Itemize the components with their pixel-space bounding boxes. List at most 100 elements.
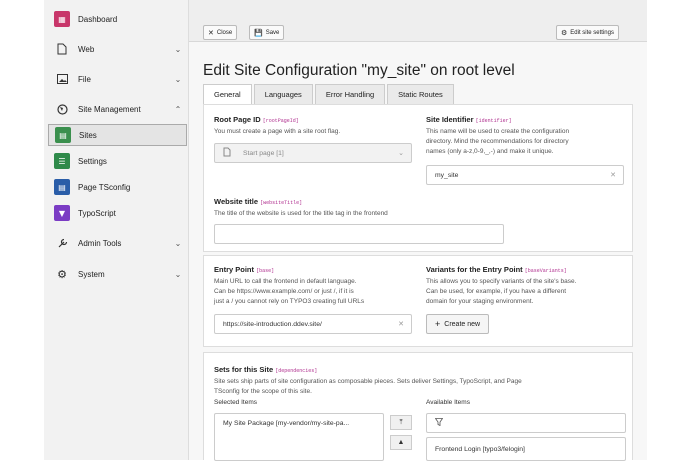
tab-languages[interactable]: Languages [253,84,313,104]
chevron-down-icon: ⌄ [174,44,182,54]
sidebar-item-label: System [78,269,105,279]
root-page-title-text: Root Page ID [214,115,261,124]
chevron-up-icon: ⌃ [174,104,182,114]
selected-items-label: Selected Items [214,399,257,406]
entry-point-title-text: Entry Point [214,265,255,274]
site-identifier-title: Site Identifier [identifier] [426,115,512,124]
admin-tools-icon [54,235,70,251]
sidebar-item-settings[interactable]: ☰ Settings [48,150,183,172]
module-menu: ▦ Dashboard Web ⌄ File ⌄ Site Management… [44,0,189,460]
site-identifier-code: [identifier] [475,118,512,124]
available-items-label: Available Items [426,399,470,406]
page-title: Edit Site Configuration "my_site" on roo… [203,62,515,79]
sidebar-item-dashboard[interactable]: ▦ Dashboard [48,8,183,30]
available-items-list[interactable]: Frontend Login [typo3/felogin] [426,437,626,461]
create-new-label: Create new [444,320,481,328]
website-title-input[interactable] [214,224,504,244]
sidebar-item-label: Settings [78,156,107,166]
variants-desc: This allows you to specify variants of t… [426,277,631,307]
desc-line: Site sets ship parts of site configurati… [214,378,522,385]
doc-header: ✕ Close 💾 Save ⚙ Edit site settings [189,0,647,42]
sidebar-item-site-management[interactable]: Site Management ⌃ [48,98,183,120]
desc-line: Can be https://www.example.com/ or just … [214,288,354,295]
desc-line: names (only a-z,0-9,_,-) and make it uni… [426,148,554,155]
content-area: ✕ Close 💾 Save ⚙ Edit site settings Edit… [189,0,647,461]
site-identifier-desc: This name will be used to create the con… [426,127,631,157]
entry-point-desc: Main URL to call the frontend in default… [214,277,419,307]
sidebar-item-label: Admin Tools [78,238,122,248]
sets-desc: Site sets ship parts of site configurati… [214,377,629,397]
website-title-title-text: Website title [214,197,259,206]
sets-code: [dependencies] [275,368,318,374]
available-items-filter[interactable] [426,413,626,433]
typoscript-icon: ▼ [54,205,70,221]
sets-title-text: Sets for this Site [214,365,274,374]
sidebar-item-web[interactable]: Web ⌄ [48,38,183,60]
close-button[interactable]: ✕ Close [203,25,238,40]
sidebar-item-typoscript[interactable]: ▼ TypoScript [48,202,183,224]
site-identifier-value: my_site [435,171,459,179]
edit-site-settings-button[interactable]: ⚙ Edit site settings [556,25,619,40]
desc-line: just a / you cannot rely on TYPO3 creati… [214,298,365,305]
variants-title-text: Variants for the Entry Point [426,265,523,274]
sets-title: Sets for this Site [dependencies] [214,365,317,374]
move-to-top-icon: ⤒ [399,418,403,426]
website-title-title: Website title [websiteTitle] [214,197,302,206]
save-icon: 💾 [254,28,263,37]
move-up-icon: ▲ [397,439,405,446]
sidebar-item-system[interactable]: ⚙ System ⌄ [48,263,183,285]
page-icon [54,41,70,57]
move-top-button[interactable]: ⤒ [390,415,412,430]
root-page-code: [rootPageId] [262,118,299,124]
save-button-label: Save [265,29,280,36]
tab-error-handling[interactable]: Error Handling [314,84,386,104]
site-identifier-input[interactable]: my_site ✕ [426,165,624,185]
entry-point-code: [base] [256,268,275,274]
desc-line: directory. Mind the recommendations for … [426,138,569,145]
sidebar-item-admin-tools[interactable]: Admin Tools ⌄ [48,232,183,254]
image-file-icon [54,71,70,87]
save-button[interactable]: 💾 Save [249,25,285,40]
sidebar-item-page-tsconfig[interactable]: ▤ Page TSconfig [48,176,183,198]
entry-point-input[interactable]: https://site-introduction.ddev.site/ ✕ [214,314,412,334]
tab-bar: General Languages Error Handling Static … [203,84,456,104]
variants-title: Variants for the Entry Point [baseVarian… [426,265,567,274]
desc-line: This name will be used to create the con… [426,128,570,135]
clear-icon[interactable]: ✕ [610,171,616,179]
desc-line: Can be used, for example, if you have a … [426,288,567,295]
root-page-select-value: Start page [1] [243,149,284,157]
dashboard-icon: ▦ [54,11,70,27]
app-frame: ▦ Dashboard Web ⌄ File ⌄ Site Management… [44,0,647,461]
list-item[interactable]: Frontend Login [typo3/felogin] [435,446,525,453]
sidebar-item-label: Web [78,44,95,54]
site-identifier-title-text: Site Identifier [426,115,474,124]
sidebar-item-label: Page TSconfig [78,182,131,192]
chevron-down-icon: ⌄ [174,74,182,84]
create-new-variant-button[interactable]: + Create new [426,314,490,334]
desc-line: Main URL to call the frontend in default… [214,278,357,285]
tab-general[interactable]: General [203,84,252,104]
plus-icon: + [435,319,441,329]
sidebar-item-label: Dashboard [78,14,118,24]
entry-point-panel: Entry Point [base] Main URL to call the … [203,255,633,347]
variants-code: [baseVariants] [524,268,567,274]
edit-site-settings-label: Edit site settings [570,29,614,36]
chevron-down-icon: ⌄ [398,150,404,157]
filter-icon [434,418,444,428]
gear-icon: ⚙ [561,28,568,37]
selected-items-list[interactable]: My Site Package [my-vendor/my-site-pa... [214,413,384,461]
list-item[interactable]: My Site Package [my-vendor/my-site-pa... [223,420,349,427]
desc-line: TSconfig for the scope of this site. [214,388,312,395]
globe-icon [54,101,70,117]
entry-point-title: Entry Point [base] [214,265,274,274]
sidebar-item-label: Sites [79,130,97,140]
move-up-button[interactable]: ▲ [390,435,412,450]
root-page-select[interactable]: Start page [1] ⌄ [214,143,412,163]
sidebar-item-label: Site Management [78,104,141,114]
clear-icon[interactable]: ✕ [398,320,404,328]
tab-static-routes[interactable]: Static Routes [387,84,454,104]
sidebar-item-sites[interactable]: ▤ Sites [48,124,187,146]
sidebar-item-file[interactable]: File ⌄ [48,68,183,90]
sidebar-item-label: File [78,74,91,84]
chevron-down-icon: ⌄ [174,269,182,279]
